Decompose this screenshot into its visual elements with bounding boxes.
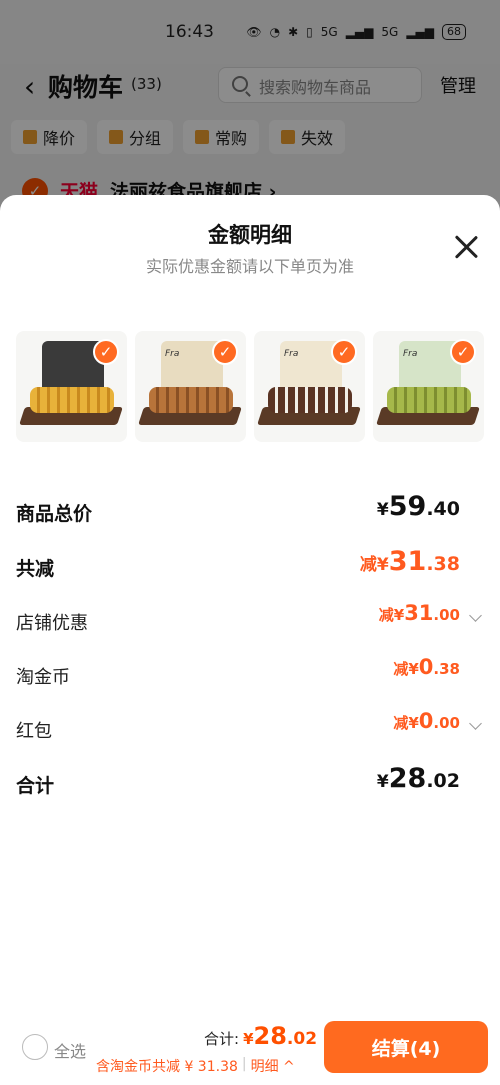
row-label: 商品总价 xyxy=(16,503,93,525)
checkout-button[interactable]: 结算(4) xyxy=(324,1021,488,1073)
amount-dec: .38 xyxy=(433,660,460,678)
chevron-down-icon[interactable] xyxy=(469,717,482,730)
currency-prefix: 减¥ xyxy=(378,606,405,624)
row-red-packet[interactable]: 红包 减¥ 0 .00 xyxy=(16,709,484,749)
check-icon[interactable]: ✓ xyxy=(450,339,476,365)
amount-dec: .40 xyxy=(426,498,460,520)
biscuit-rolls-image xyxy=(387,387,471,413)
check-icon[interactable]: ✓ xyxy=(212,339,238,365)
row-value: 减¥ 0 .38 xyxy=(393,655,460,679)
check-icon[interactable]: ✓ xyxy=(93,339,119,365)
discount-summary: 含淘金币共减 ¥ 31.38 | 明细 ^ xyxy=(96,1056,295,1076)
close-icon[interactable] xyxy=(452,233,480,261)
currency-prefix: 减¥ xyxy=(359,555,389,575)
total-label: 合计: xyxy=(204,1030,240,1048)
select-all-label[interactable]: 全选 xyxy=(54,1038,86,1062)
amount-dec: .00 xyxy=(433,606,460,624)
sheet-subtitle: 实际优惠金额请以下单页为准 xyxy=(145,257,354,276)
amount-detail-sheet: 金额明细 实际优惠金额请以下单页为准 ✓ Fra ✓ Fra ✓ Fra ✓ 商品总价 ¥ … xyxy=(0,195,500,1085)
product-brand-label: Fra xyxy=(284,349,299,359)
product-thumbnail[interactable]: Fra ✓ xyxy=(135,331,246,442)
checkout-bar: 全选 合计: ¥ 28 .02 含淘金币共减 ¥ 31.38 | 明细 ^ 结算… xyxy=(0,1010,500,1085)
detail-toggle[interactable]: 明细 ^ xyxy=(251,1056,295,1076)
product-thumbnail[interactable]: ✓ xyxy=(16,331,127,442)
discount-text: 含淘金币共减 ¥ 31.38 xyxy=(96,1059,238,1075)
currency-prefix: 减¥ xyxy=(393,714,419,732)
row-label: 淘金币 xyxy=(16,667,70,688)
row-label: 店铺优惠 xyxy=(16,613,88,634)
amount-int: 28 xyxy=(388,763,427,794)
amount-dec: .00 xyxy=(433,714,460,732)
product-brand-label: Fra xyxy=(165,349,180,359)
currency-prefix: ¥ xyxy=(376,772,389,792)
row-value: ¥ 28 .02 xyxy=(377,763,460,794)
amount-int: 59 xyxy=(388,491,427,522)
amount-dec: .38 xyxy=(426,553,460,575)
product-thumbnails: ✓ Fra ✓ Fra ✓ Fra ✓ xyxy=(16,331,484,442)
amount-int: 28 xyxy=(253,1022,287,1050)
amount-dec: .02 xyxy=(286,1029,318,1049)
amount-int: 0 xyxy=(418,655,434,679)
biscuit-rolls-image xyxy=(149,387,233,413)
row-grand-total: 合计 ¥ 28 .02 xyxy=(16,763,484,803)
sheet-title: 金额明细 xyxy=(208,223,292,247)
total-amount: 合计: ¥ 28 .02 xyxy=(204,1022,317,1050)
row-value: ¥ 59 .40 xyxy=(377,491,460,522)
currency-prefix: 减¥ xyxy=(393,660,419,678)
row-value: 减¥ 31 .38 xyxy=(360,546,460,577)
divider: | xyxy=(241,1056,247,1072)
row-label: 共减 xyxy=(16,558,55,580)
check-icon[interactable]: ✓ xyxy=(331,339,357,365)
select-all-radio[interactable] xyxy=(22,1034,48,1060)
row-taojinbi: 淘金币 减¥ 0 .38 xyxy=(16,655,484,695)
biscuit-rolls-image xyxy=(30,387,114,413)
currency-prefix: ¥ xyxy=(243,1030,254,1048)
row-subtotal: 商品总价 ¥ 59 .40 xyxy=(16,491,484,531)
product-thumbnail[interactable]: Fra ✓ xyxy=(254,331,365,442)
row-total-discount: 共减 减¥ 31 .38 xyxy=(16,546,484,586)
currency-prefix: ¥ xyxy=(376,500,389,520)
amount-int: 31 xyxy=(388,546,427,577)
row-value: 减¥ 0 .00 xyxy=(393,709,460,733)
row-label: 合计 xyxy=(16,775,55,797)
amount-int: 31 xyxy=(404,601,434,625)
row-label: 红包 xyxy=(16,721,52,742)
amount-dec: .02 xyxy=(426,770,460,792)
chevron-down-icon[interactable] xyxy=(469,609,482,622)
product-brand-label: Fra xyxy=(403,349,418,359)
amount-int: 0 xyxy=(418,709,434,733)
row-value: 减¥ 31 .00 xyxy=(379,601,460,625)
product-thumbnail[interactable]: Fra ✓ xyxy=(373,331,484,442)
biscuit-rolls-image xyxy=(268,387,352,413)
row-shop-discount[interactable]: 店铺优惠 减¥ 31 .00 xyxy=(16,601,484,641)
